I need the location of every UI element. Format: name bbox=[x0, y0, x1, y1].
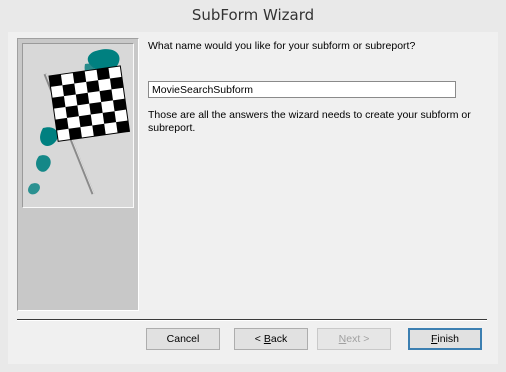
subform-name-input[interactable]: MovieSearchSubform bbox=[148, 81, 456, 98]
next-button[interactable]: Next > bbox=[317, 328, 391, 350]
illustration-panel bbox=[17, 38, 139, 311]
info-text: Those are all the answers the wizard nee… bbox=[148, 109, 471, 134]
name-question: What name would you like for your subfor… bbox=[148, 40, 416, 52]
separator-line bbox=[17, 319, 487, 321]
next-label-suffix: ext > bbox=[346, 333, 370, 345]
cancel-button[interactable]: Cancel bbox=[146, 328, 220, 350]
back-button[interactable]: < Back bbox=[234, 328, 308, 350]
wizard-window: SubForm Wizard What name would you like … bbox=[0, 0, 506, 372]
back-label-suffix: ack bbox=[270, 333, 288, 345]
illustration-frame bbox=[22, 43, 134, 208]
finish-button[interactable]: Finish bbox=[408, 328, 482, 350]
wizard-content: What name would you like for your subfor… bbox=[8, 32, 498, 364]
back-accelerator: B bbox=[263, 333, 271, 345]
title-bar[interactable]: SubForm Wizard bbox=[0, 0, 506, 32]
cancel-label: Cancel bbox=[166, 333, 200, 345]
finish-label-suffix: inish bbox=[437, 333, 460, 345]
window-title: SubForm Wizard bbox=[191, 6, 315, 24]
back-label-prefix: < bbox=[254, 333, 264, 345]
checkered-flag-icon bbox=[28, 49, 131, 195]
